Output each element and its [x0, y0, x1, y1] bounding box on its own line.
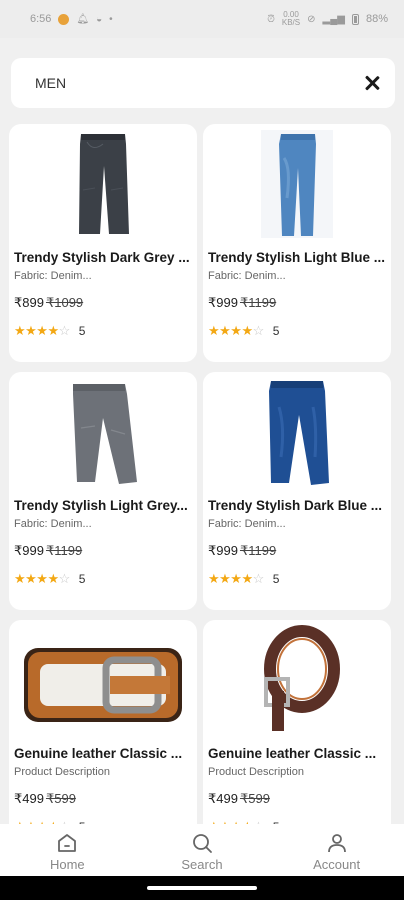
product-image [203, 372, 391, 492]
rating-count: 5 [78, 572, 86, 586]
product-title: Trendy Stylish Dark Grey ... [14, 250, 190, 265]
product-subtitle: Fabric: Denim... [14, 518, 92, 530]
product-subtitle: Product Description [14, 766, 110, 778]
product-card[interactable]: Trendy Stylish Light Grey... Fabric: Den… [9, 372, 197, 610]
product-title: Genuine leather Classic ... [14, 746, 183, 761]
search-icon [193, 834, 212, 853]
product-price: ₹899 ₹1099 [14, 295, 83, 311]
old-price: ₹1199 [239, 543, 277, 558]
current-price: ₹999 [208, 543, 238, 558]
product-title: Trendy Stylish Light Grey... [14, 498, 188, 513]
product-card[interactable]: Trendy Stylish Dark Blue ... Fabric: Den… [203, 372, 391, 610]
current-price: ₹899 [14, 295, 44, 310]
star-empty-icon: ☆ [58, 571, 71, 586]
dark-blue-jeans-image [269, 381, 329, 485]
star-empty-icon: ☆ [252, 323, 265, 338]
current-price: ₹499 [208, 791, 238, 806]
rating-count: 5 [272, 572, 280, 586]
light-grey-jeans-image [73, 384, 137, 484]
product-grid: Trendy Stylish Dark Grey ... Fabric: Den… [0, 0, 404, 900]
gesture-area [0, 876, 404, 900]
nav-home-label: Home [49, 857, 85, 872]
old-price: ₹599 [239, 791, 270, 806]
product-price: ₹499 ₹599 [208, 791, 270, 807]
product-subtitle: Fabric: Denim... [208, 518, 286, 530]
product-image [9, 372, 197, 492]
current-price: ₹499 [14, 791, 44, 806]
product-rating: ★★★★☆ 5 [208, 571, 279, 587]
product-title: Genuine leather Classic ... [208, 746, 377, 761]
nav-search-label: Search [181, 857, 223, 872]
rating-count: 5 [272, 324, 280, 338]
product-title: Trendy Stylish Dark Blue ... [208, 498, 383, 513]
light-blue-jeans-image [261, 130, 333, 238]
dark-grey-jeans-image [79, 134, 129, 234]
product-image [203, 124, 391, 244]
product-card[interactable]: Genuine leather Classic ... Product Desc… [203, 620, 391, 858]
product-price: ₹999 ₹1199 [14, 543, 82, 559]
product-image [9, 124, 197, 244]
current-price: ₹999 [14, 543, 44, 558]
product-card[interactable]: Trendy Stylish Dark Grey ... Fabric: Den… [9, 124, 197, 362]
product-price: ₹999 ₹1199 [208, 295, 276, 311]
product-image [203, 620, 391, 740]
brown-leather-belt-image [264, 625, 340, 731]
product-rating: ★★★★☆ 5 [14, 323, 85, 339]
old-price: ₹1199 [45, 543, 83, 558]
product-price: ₹999 ₹1199 [208, 543, 276, 559]
nav-home[interactable]: Home [2, 824, 132, 876]
product-card[interactable]: Trendy Stylish Light Blue ... Fabric: De… [203, 124, 391, 362]
product-subtitle: Product Description [208, 766, 304, 778]
tan-leather-belt-image [24, 648, 182, 722]
nav-search[interactable]: Search [137, 824, 267, 876]
product-rating: ★★★★☆ 5 [208, 323, 279, 339]
nav-account[interactable]: Account [272, 824, 402, 876]
product-title: Trendy Stylish Light Blue ... [208, 250, 386, 265]
star-empty-icon: ☆ [252, 571, 265, 586]
star-empty-icon: ☆ [58, 323, 71, 338]
old-price: ₹1199 [239, 295, 277, 310]
rating-count: 5 [78, 324, 86, 338]
old-price: ₹599 [45, 791, 76, 806]
bottom-nav: Home Search Account [0, 824, 404, 876]
gesture-handle[interactable] [147, 886, 257, 890]
product-subtitle: Fabric: Denim... [208, 270, 286, 282]
product-rating: ★★★★☆ 5 [14, 571, 85, 587]
home-icon [58, 834, 77, 852]
product-card[interactable]: Genuine leather Classic ... Product Desc… [9, 620, 197, 858]
current-price: ₹999 [208, 295, 238, 310]
old-price: ₹1099 [45, 295, 84, 310]
star-icon: ★★★★ [208, 323, 253, 338]
product-image [9, 620, 197, 740]
account-icon [327, 834, 346, 853]
star-icon: ★★★★ [14, 571, 59, 586]
product-price: ₹499 ₹599 [14, 791, 76, 807]
star-icon: ★★★★ [14, 323, 59, 338]
nav-account-label: Account [313, 857, 361, 872]
product-subtitle: Fabric: Denim... [14, 270, 92, 282]
star-icon: ★★★★ [208, 571, 253, 586]
